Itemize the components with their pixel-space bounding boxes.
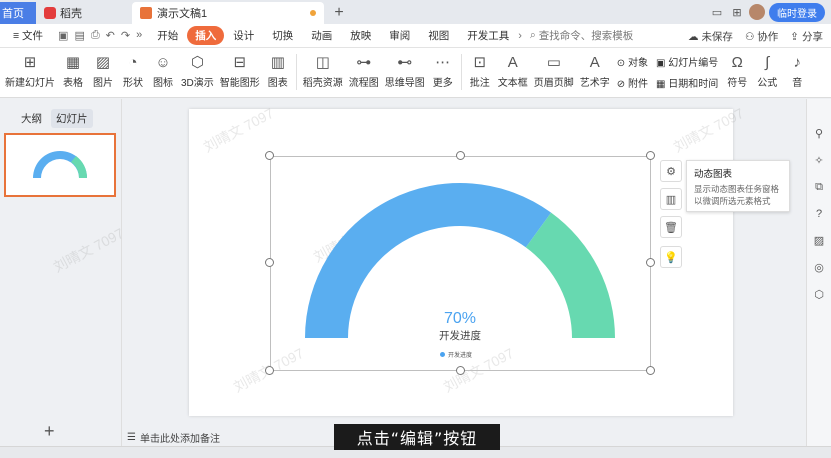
gear-icon: ⚙: [666, 165, 676, 178]
delete-button[interactable]: 🗑: [660, 216, 682, 238]
settings-icon[interactable]: ⚲: [815, 127, 823, 140]
tooltip-title: 动态图表: [694, 169, 733, 180]
dynamic-chart-button[interactable]: ⚙: [660, 160, 682, 182]
resize-handle-tl[interactable]: [265, 151, 274, 160]
chart-selection-frame[interactable]: [270, 156, 651, 371]
chart-elements-icon: ▥: [665, 193, 677, 206]
dynamic-chart-tooltip: 动态图表 显示动态图表任务窗格 以微调所选元素格式: [686, 160, 790, 212]
help-icon[interactable]: ?: [816, 208, 822, 220]
tooltip-desc-2: 以微调所选元素格式: [694, 196, 771, 206]
animation-icon[interactable]: ✧: [814, 154, 823, 167]
resize-handle-l[interactable]: [265, 258, 274, 267]
trash-icon: 🗑: [664, 221, 678, 234]
bulb-icon: 💡: [664, 251, 678, 264]
resize-handle-t[interactable]: [456, 151, 465, 160]
notes-placeholder: 单击此处添加备注: [139, 433, 220, 445]
resize-handle-r[interactable]: [646, 258, 655, 267]
resize-handle-b[interactable]: [456, 366, 465, 375]
resize-handle-br[interactable]: [646, 366, 655, 375]
notes-icon: ☰: [127, 431, 136, 443]
right-sidebar: ⚲ ✧ ⧉ ? ▨ ◎ ⬡: [806, 99, 831, 446]
box-icon[interactable]: ⬡: [814, 288, 824, 301]
chart-elements-button[interactable]: ▥: [660, 188, 682, 210]
target-icon[interactable]: ◎: [814, 261, 824, 274]
resize-handle-tr[interactable]: [646, 151, 655, 160]
tips-button[interactable]: 💡: [660, 246, 682, 268]
resize-handle-bl[interactable]: [265, 366, 274, 375]
copy-icon[interactable]: ⧉: [815, 181, 823, 194]
tooltip-desc-1: 显示动态图表任务窗格: [694, 184, 780, 194]
image-icon[interactable]: ▨: [814, 234, 824, 247]
video-subtitle: 点击“编辑”按钮: [334, 424, 500, 450]
